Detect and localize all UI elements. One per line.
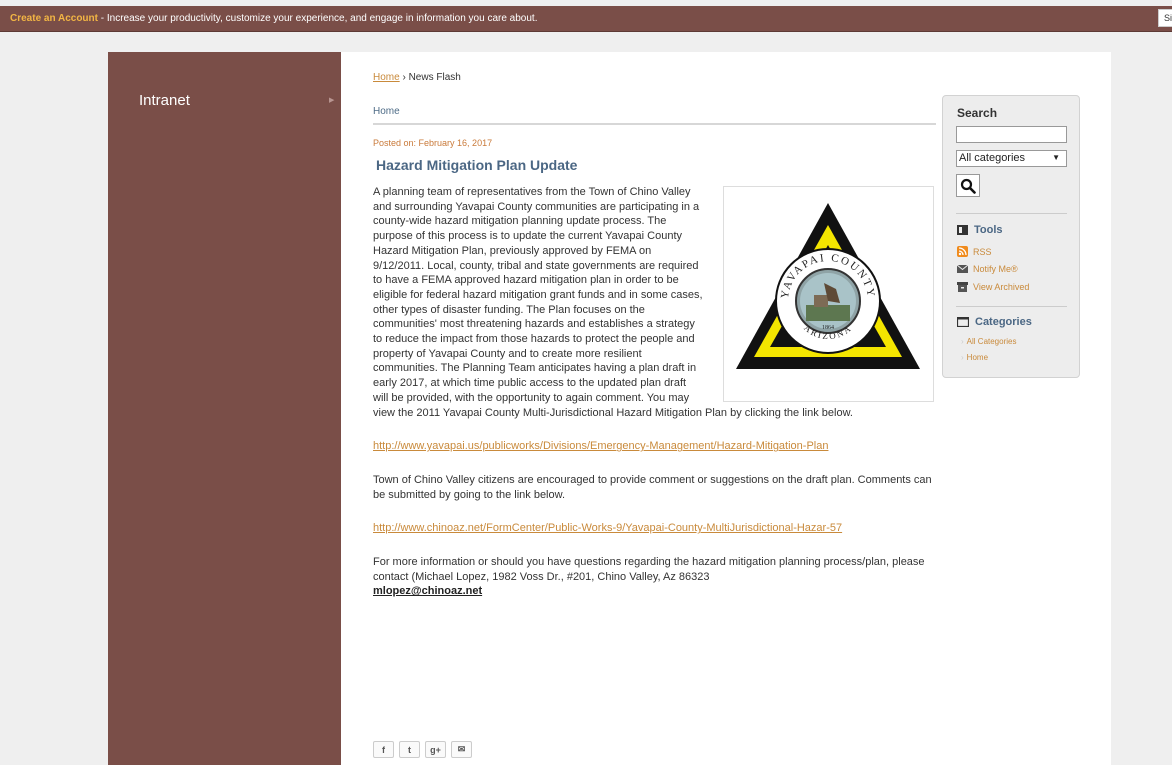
search-icon — [960, 178, 976, 194]
search-input[interactable] — [956, 126, 1067, 143]
category-link-all[interactable]: › All Categories — [961, 337, 1016, 346]
search-button[interactable] — [956, 174, 980, 197]
categories-heading: Categories — [957, 316, 1032, 328]
tools-link-rss[interactable]: RSS — [957, 246, 992, 257]
categories-icon — [957, 317, 969, 327]
tools-link-label: RSS — [973, 246, 992, 257]
category-label: Home — [966, 353, 989, 362]
google-plus-icon: g+ — [430, 744, 441, 755]
contact-email-link[interactable]: mlopez@chinoaz.net — [373, 585, 482, 597]
hazard-plan-link[interactable]: http://www.yavapai.us/publicworks/Divisi… — [373, 440, 828, 452]
yavapai-county-seal-image: YAVAPAI COUNTY ARIZONA 1864 — [736, 203, 920, 369]
article-image: YAVAPAI COUNTY ARIZONA 1864 — [723, 186, 934, 402]
social-share-bar: f t g+ ✉ — [373, 741, 472, 758]
article-paragraph: For more information or should you have … — [373, 556, 925, 583]
posted-date: Posted on: February 16, 2017 — [373, 138, 493, 148]
page-container: Intranet ▶ Home › News Flash Home Posted… — [108, 52, 1111, 765]
facebook-share-button[interactable]: f — [373, 741, 394, 758]
tools-link-notify-me[interactable]: Notify Me® — [957, 264, 1018, 274]
create-account-link[interactable]: Create an Account — [10, 13, 98, 24]
email-share-button[interactable]: ✉ — [451, 741, 472, 758]
rss-icon — [957, 246, 968, 257]
chevron-down-icon: ▼ — [1052, 153, 1060, 162]
sidebar-arrow-icon[interactable]: ▶ — [329, 96, 334, 104]
category-label: All Categories — [966, 337, 1017, 346]
breadcrumb-current: News Flash — [408, 72, 461, 83]
breadcrumb-home-link[interactable]: Home — [373, 72, 400, 83]
top-notification-bar: Create an Account - Increase your produc… — [0, 6, 1172, 32]
section-header: Home — [373, 106, 936, 125]
sidebar: Intranet ▶ — [108, 52, 341, 765]
search-title: Search — [957, 106, 998, 120]
article-title: Hazard Mitigation Plan Update — [376, 157, 578, 173]
divider — [956, 306, 1067, 307]
category-select-value: All categories — [959, 152, 1026, 164]
tools-heading: Tools — [957, 224, 1003, 236]
tools-link-label: View Archived — [973, 282, 1030, 292]
twitter-icon: t — [408, 744, 411, 755]
topbar-message: - Increase your productivity, customize … — [97, 13, 538, 24]
sign-in-button[interactable]: Si — [1158, 9, 1172, 27]
facebook-icon: f — [382, 744, 385, 755]
categories-title: Categories — [975, 316, 1032, 328]
tools-link-view-archived[interactable]: View Archived — [957, 282, 1029, 292]
archive-icon — [957, 282, 968, 292]
form-center-link[interactable]: http://www.chinoaz.net/FormCenter/Public… — [373, 522, 842, 534]
tools-link-label: Notify Me® — [973, 264, 1018, 274]
twitter-share-button[interactable]: t — [399, 741, 420, 758]
tools-title: Tools — [974, 224, 1003, 236]
divider — [956, 213, 1067, 214]
category-select[interactable]: All categories ▼ — [956, 150, 1067, 167]
sidebar-item-intranet[interactable]: Intranet — [139, 92, 190, 109]
right-panel: Search All categories ▼ Tools RSS Notify… — [942, 95, 1080, 378]
google-plus-share-button[interactable]: g+ — [425, 741, 446, 758]
section-home-link[interactable]: Home — [373, 106, 400, 117]
seal-year: 1864 — [822, 325, 834, 331]
breadcrumb: Home › News Flash — [373, 72, 461, 83]
email-icon: ✉ — [457, 744, 466, 754]
tools-icon — [957, 225, 968, 235]
envelope-icon — [957, 265, 968, 273]
breadcrumb-separator: › — [399, 72, 409, 83]
article-paragraph: Town of Chino Valley citizens are encour… — [373, 473, 932, 501]
category-link-home[interactable]: › Home — [961, 353, 988, 362]
